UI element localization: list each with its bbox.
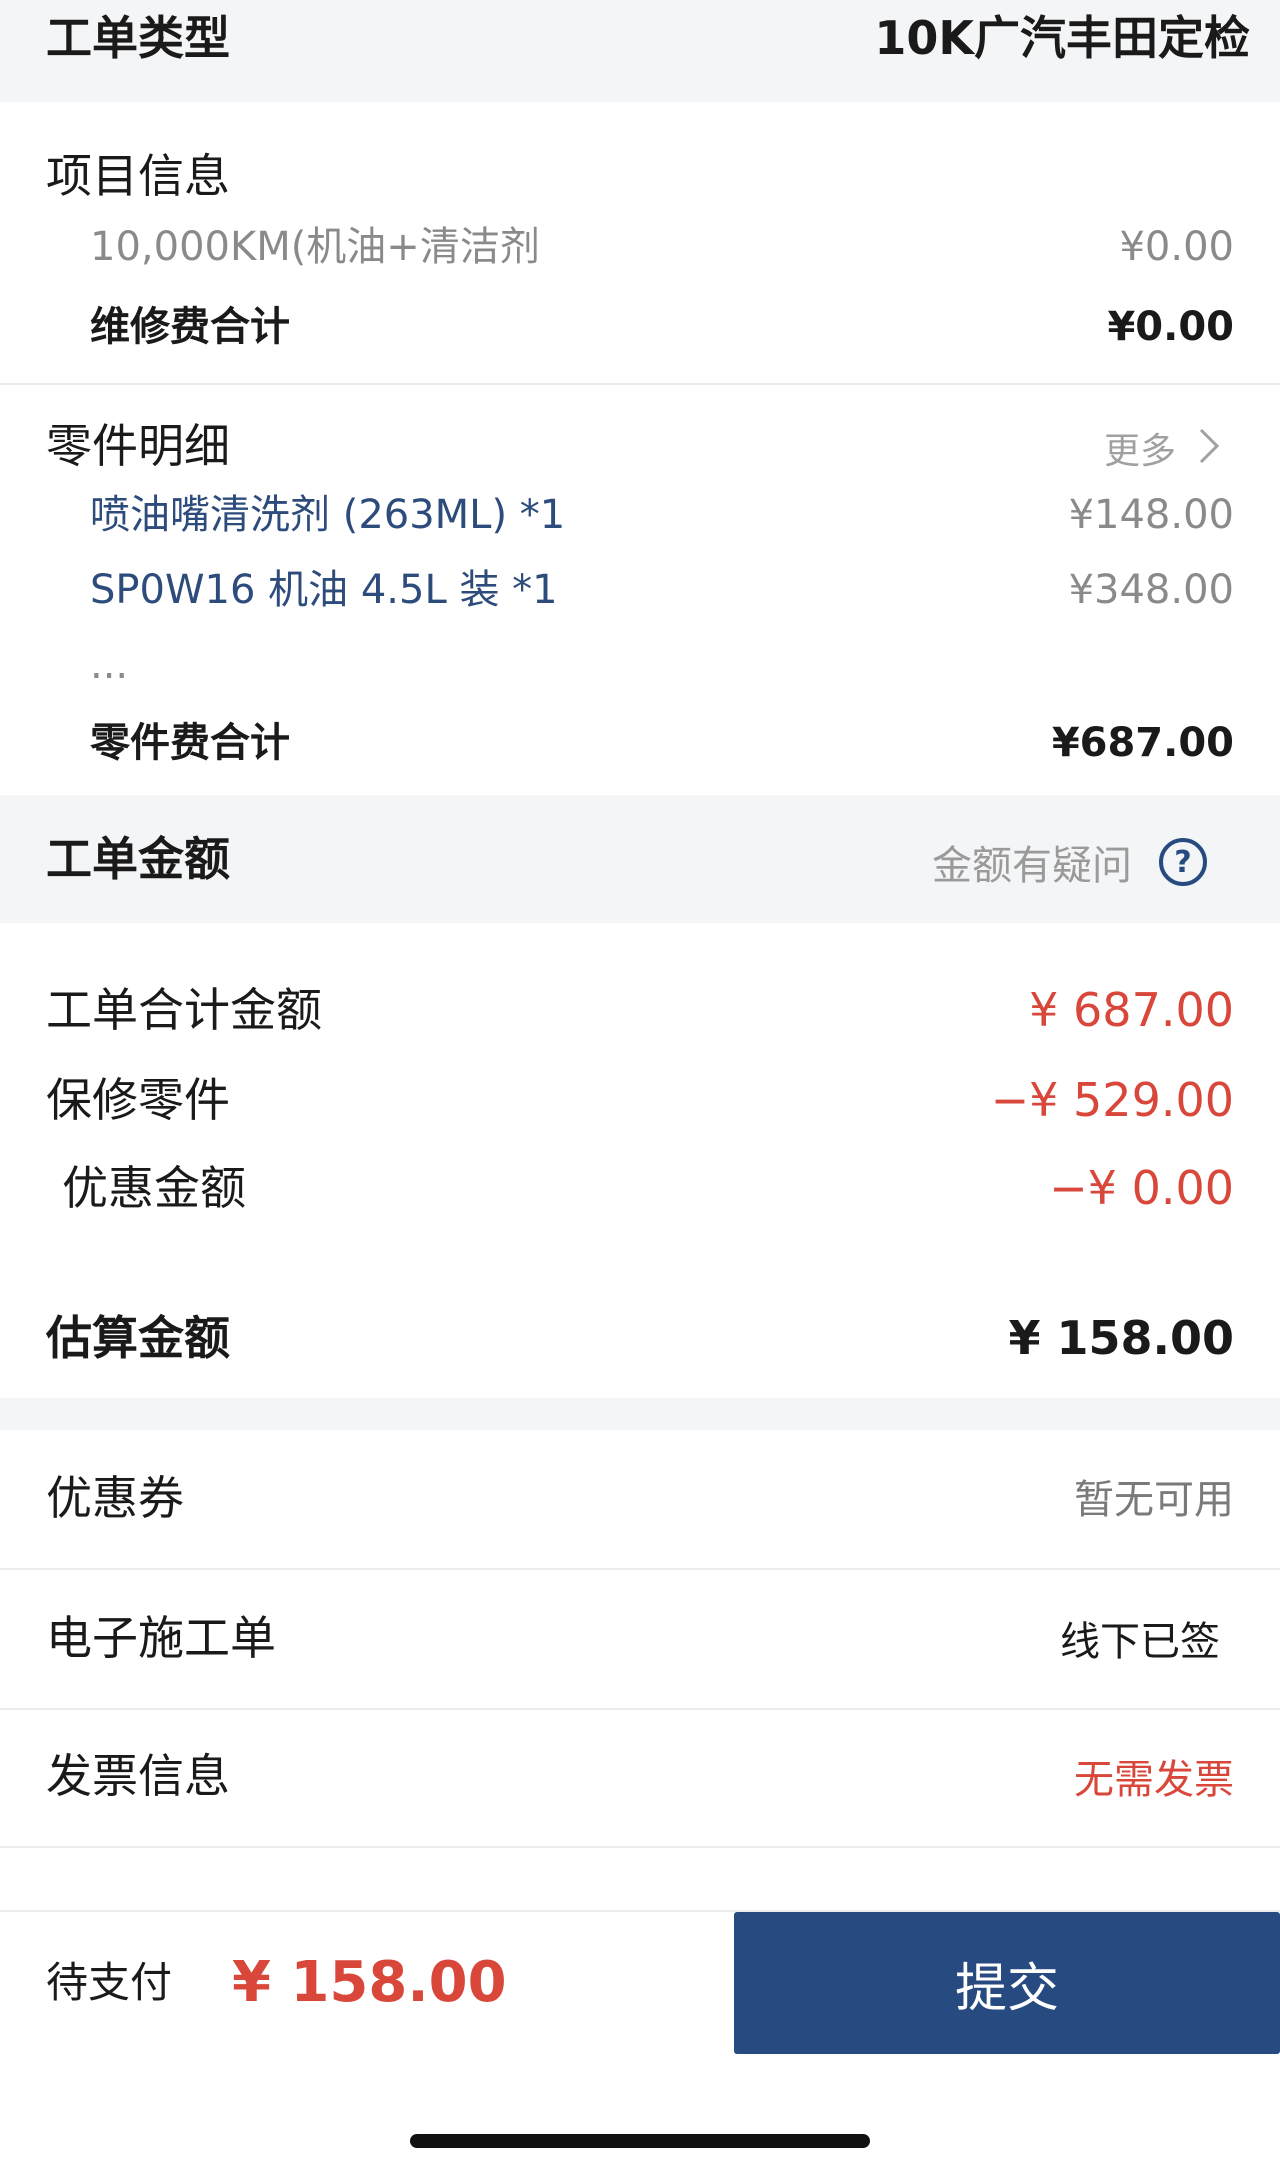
repair-fee-subtotal-value: ¥0.00 bbox=[1107, 304, 1234, 350]
amount-question-link[interactable]: 金额有疑问 ? bbox=[932, 834, 1208, 890]
home-indicator bbox=[410, 2134, 870, 2148]
row-divider bbox=[0, 1846, 1280, 1848]
warranty-parts-label: 保修零件 bbox=[46, 1073, 230, 1127]
order-total-label: 工单合计金额 bbox=[46, 983, 322, 1037]
order-amount-title: 工单金额 bbox=[46, 832, 230, 886]
e-work-order-label: 电子施工单 bbox=[46, 1611, 276, 1665]
warranty-parts-value: −¥ 529.00 bbox=[990, 1073, 1234, 1127]
e-work-order-value: 线下已签 bbox=[1060, 1619, 1220, 1665]
part-item-price: ¥148.00 bbox=[1068, 492, 1234, 538]
section-separator bbox=[0, 1398, 1280, 1430]
section-divider bbox=[0, 383, 1280, 385]
order-type-value: 10K广汽丰田定检 bbox=[874, 11, 1250, 65]
project-item-name: 10,000KM(机油+清洁剂 bbox=[90, 224, 540, 270]
parts-more-link[interactable]: 更多 bbox=[1104, 420, 1220, 476]
question-circle-icon: ? bbox=[1158, 837, 1208, 887]
submit-button[interactable]: 提交 bbox=[734, 1912, 1280, 2054]
project-item-price: ¥0.00 bbox=[1119, 224, 1234, 270]
pending-payment-value: ¥ 158.00 bbox=[232, 1950, 507, 2015]
submit-label: 提交 bbox=[954, 1958, 1059, 2019]
discount-label: 优惠金额 bbox=[62, 1161, 246, 1215]
estimate-value: ¥ 158.00 bbox=[1008, 1311, 1234, 1365]
invoice-label: 发票信息 bbox=[46, 1749, 230, 1803]
amount-question-label: 金额有疑问 bbox=[932, 843, 1132, 889]
invoice-value: 无需发票 bbox=[1074, 1757, 1234, 1803]
chevron-right-icon bbox=[1198, 427, 1220, 469]
estimate-label: 估算金额 bbox=[46, 1311, 230, 1365]
coupon-label: 优惠券 bbox=[46, 1471, 184, 1525]
discount-value: −¥ 0.00 bbox=[1049, 1161, 1234, 1215]
repair-fee-subtotal-label: 维修费合计 bbox=[90, 304, 290, 350]
parts-fee-subtotal-value: ¥687.00 bbox=[1051, 720, 1234, 766]
order-total-value: ¥ 687.00 bbox=[1029, 983, 1234, 1037]
pending-payment-label: 待支付 bbox=[46, 1958, 173, 2007]
part-item-name: SP0W16 机油 4.5L 装 *1 bbox=[90, 567, 558, 613]
part-item-price: ¥348.00 bbox=[1068, 567, 1234, 613]
part-item-name: 喷油嘴清洗剂 (263ML) *1 bbox=[90, 492, 566, 538]
parts-detail-title: 零件明细 bbox=[46, 419, 230, 473]
coupon-value: 暂无可用 bbox=[1074, 1477, 1234, 1523]
svg-text:?: ? bbox=[1174, 845, 1191, 880]
more-label: 更多 bbox=[1103, 431, 1176, 472]
parts-ellipsis: ... bbox=[90, 642, 129, 688]
order-type-label: 工单类型 bbox=[46, 11, 230, 65]
project-info-title: 项目信息 bbox=[46, 149, 230, 203]
parts-fee-subtotal-label: 零件费合计 bbox=[90, 720, 290, 766]
